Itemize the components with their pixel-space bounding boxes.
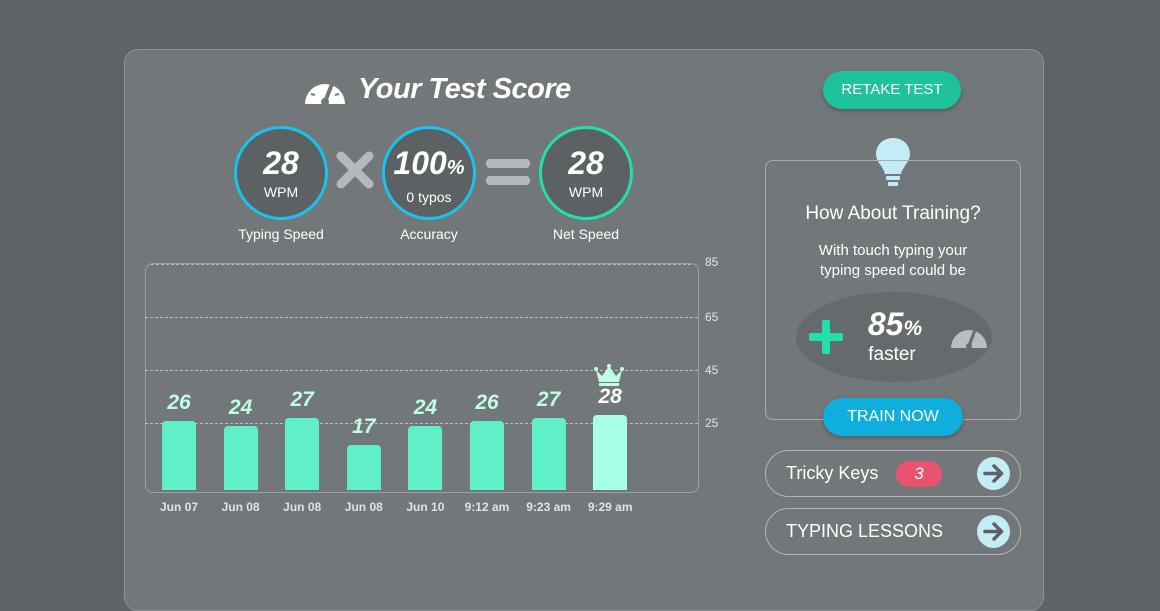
plus-icon [809,320,843,354]
chart-bar [408,426,443,490]
crown-icon [594,364,624,386]
net-speed-value: 28 [568,145,604,181]
bar-value-label: 26 [167,390,191,414]
x-tick-label: 9:12 am [464,500,510,514]
chart-bar [470,420,504,490]
arrow-right-icon [977,457,1010,490]
typing-speed-value: 28 [263,145,299,181]
accuracy-typos: 0 typos [406,189,452,205]
x-tick-label: Jun 08 [283,500,322,514]
accuracy-circle: 100% 0 typos [382,126,476,220]
boost-word: faster [868,344,916,365]
training-title: How About Training? [805,203,981,224]
y-tick-label: 85 [705,255,719,269]
typing-speed-circle: 28 WPM [234,126,328,220]
retake-test-button[interactable]: RETAKE TEST [823,71,961,109]
speedometer-icon [305,77,345,106]
typing-speed-caption: Typing Speed [238,226,324,242]
x-tick-label: Jun 10 [406,500,445,514]
net-speed-caption: Net Speed [552,226,620,242]
accuracy-caption: Accuracy [400,226,458,242]
accuracy-value: 100% [393,145,465,181]
bar-value-label: 28 [598,385,622,409]
bar-value-label: 24 [228,396,253,420]
net-speed-unit: WPM [568,184,604,200]
x-tick-label: Jun 08 [344,500,383,514]
multiply-icon [336,151,374,189]
y-tick-label: 25 [705,416,719,430]
chart-bar [593,415,628,490]
tricky-keys-label: Tricky Keys [786,463,879,483]
x-tick-label: Jun 07 [159,500,198,514]
chart-bar [346,444,381,490]
chart-bar [223,426,258,490]
typing-speed-unit: WPM [263,184,299,200]
page-title: Your Test Score [358,72,571,105]
net-speed-circle: 28 WPM [539,126,633,220]
gridline [151,264,691,265]
boost-value: 85% [867,306,923,342]
speedometer-small-icon [951,328,987,349]
chart-bar [285,418,320,490]
x-tick-label: 9:23 am [526,500,571,514]
chart-bar [531,418,566,490]
tricky-keys-count: 3 [896,461,942,487]
bar-value-label: 27 [290,388,314,412]
header: Your Test Score [302,68,571,110]
y-tick-label: 65 [705,310,719,324]
arrow-right-icon [977,515,1010,548]
equals-icon [486,159,530,185]
x-tick-label: 9:29 am [587,500,633,514]
bar-value-label: 26 [475,390,499,414]
tricky-keys-link[interactable]: Tricky Keys 3 [765,450,1021,497]
bar-value-label: 17 [352,414,376,438]
typing-lessons-link[interactable]: TYPING LESSONS [765,508,1021,555]
gridline [145,317,698,318]
training-subtitle: With touch typing your typing speed coul… [818,242,968,279]
chart-bar [162,420,196,490]
y-tick-label: 45 [705,363,719,377]
train-now-button[interactable]: TRAIN NOW [823,398,963,436]
x-tick-label: Jun 08 [221,500,260,514]
bar-value-label: 27 [536,388,561,412]
bar-value-label: 24 [413,396,438,420]
typing-lessons-label: TYPING LESSONS [786,521,944,541]
